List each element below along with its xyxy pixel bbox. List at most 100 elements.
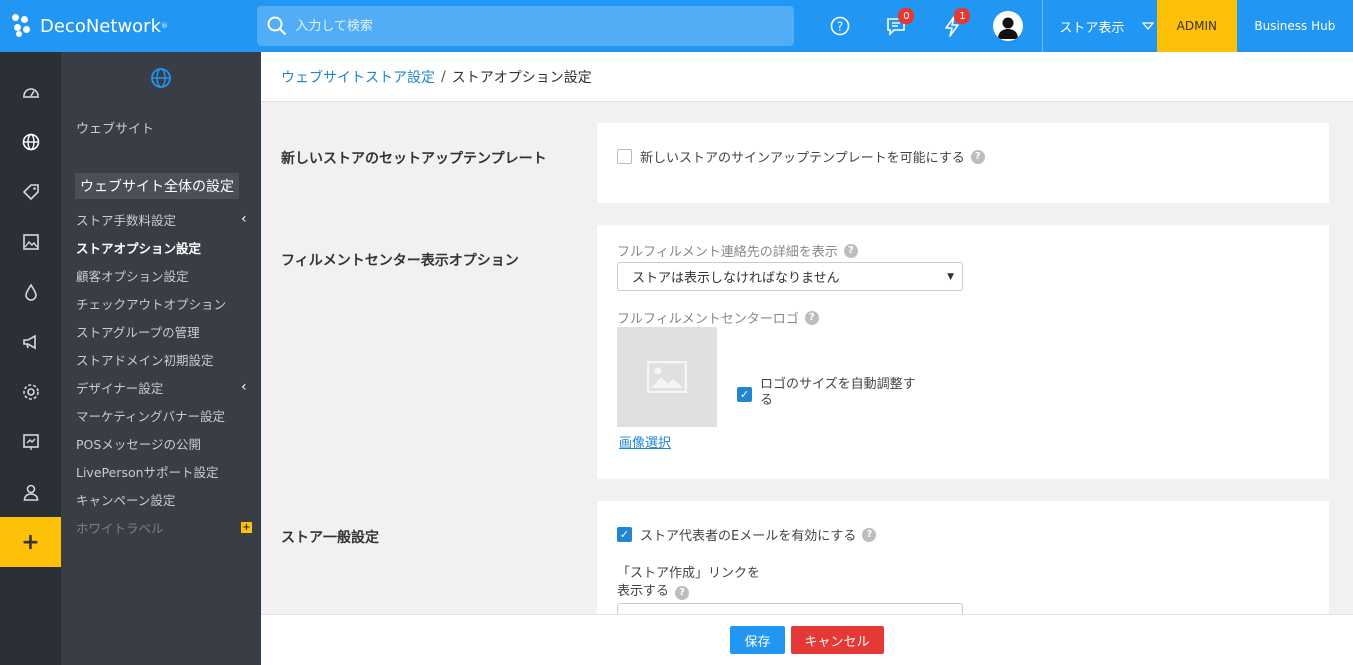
sidebar-item-checkout-options[interactable]: チェックアウトオプション	[61, 289, 261, 317]
search-input[interactable]	[295, 18, 776, 34]
rail-settings[interactable]	[0, 367, 61, 417]
brand-name: DecoNetwork	[40, 15, 161, 37]
admin-button[interactable]: ADMIN	[1156, 0, 1237, 52]
sidebar-heading: ウェブサイト全体の設定	[75, 173, 239, 199]
sidebar-item-liveperson[interactable]: LivePersonサポート設定	[61, 457, 261, 485]
help-icon[interactable]: ?	[862, 527, 877, 542]
contact-select-value: ストアは表示しなければなりません	[632, 271, 840, 286]
sidebar-item-label: ストア手数料設定	[76, 212, 177, 228]
sidebar-item-store-groups[interactable]: ストアグループの管理	[61, 317, 261, 345]
help-icon[interactable]: ?	[675, 586, 690, 600]
auto-resize-row[interactable]: ✓ ロゴのサイズを自動調整する	[737, 377, 916, 409]
globe-icon	[22, 133, 39, 151]
panel-template: 新しいストアのサインアップテンプレートを可能にする ?	[597, 123, 1329, 203]
logo-label: フルフィルメントセンターロゴ	[617, 312, 799, 327]
avatar	[993, 11, 1024, 41]
sidebar-item-white-label[interactable]: ホワイトラベル +	[61, 513, 261, 541]
auto-resize-checkbox[interactable]: ✓	[737, 387, 752, 402]
email-checkbox-label: ストア代表者のEメールを有効にする	[640, 529, 857, 544]
megaphone-icon	[22, 334, 36, 350]
sidebar-item-store-fees[interactable]: ストア手数料設定 ‹	[61, 205, 261, 233]
sidebar-item-label: LivePersonサポート設定	[76, 464, 219, 480]
help-icon[interactable]: ?	[804, 310, 819, 325]
template-checkbox-label: 新しいストアのサインアップテンプレートを可能にする	[640, 151, 965, 166]
caret-down-icon: ▼	[947, 271, 954, 282]
drop-icon	[24, 283, 37, 301]
breadcrumb: ウェブサイトストア設定 / ストアオプション設定	[261, 52, 1353, 102]
rail-colors[interactable]	[0, 267, 61, 317]
help-button[interactable]: ?	[812, 0, 868, 52]
email-checkbox-row[interactable]: ✓ ストア代表者のEメールを有効にする ?	[617, 525, 877, 544]
messages-button[interactable]: 0	[868, 0, 924, 52]
save-button[interactable]: 保存	[730, 626, 785, 654]
auto-resize-label: ロゴのサイズを自動調整する	[760, 377, 916, 409]
admin-label: ADMIN	[1176, 19, 1217, 33]
logo-label-row: フルフィルメントセンターロゴ ?	[617, 308, 819, 327]
sidebar-item-label: ホワイトラベル	[76, 520, 164, 536]
sidebar-item-pos-messages[interactable]: POSメッセージの公開	[61, 429, 261, 457]
settings-sidebar: ウェブサイト ウェブサイト全体の設定 ストア手数料設定 ‹ ストアオプション設定…	[61, 52, 323, 665]
auto-resize-label-line-1: ロゴのサイズを自動調整す	[760, 377, 916, 392]
store-view-label: ストア表示	[1059, 20, 1125, 36]
contact-label-row: フルフィルメント連絡先の詳細を表示 ?	[617, 241, 858, 260]
sidebar-item-label: ストアドメイン初期設定	[76, 352, 214, 368]
brand-logo[interactable]: DecoNetwork ®	[0, 0, 257, 52]
help-icon[interactable]: ?	[970, 149, 985, 164]
chevron-left-icon: ‹	[241, 211, 247, 227]
sidebar-item-label: マーケティングバナー設定	[76, 408, 226, 424]
create-link-label-line-2: 表示する	[617, 584, 670, 599]
breadcrumb-current: ストアオプション設定	[451, 69, 592, 86]
sidebar-section-website[interactable]: ウェブサイト	[61, 118, 261, 137]
sidebar-item-designer[interactable]: デザイナー設定 ‹	[61, 373, 261, 401]
cancel-button[interactable]: キャンセル	[790, 626, 884, 654]
template-checkbox[interactable]	[617, 149, 632, 164]
sidebar-item-campaign[interactable]: キャンペーン設定	[61, 485, 261, 513]
sidebar-item-marketing-banner[interactable]: マーケティングバナー設定	[61, 401, 261, 429]
sidebar-item-store-options[interactable]: ストアオプション設定	[61, 233, 261, 261]
rail-dashboard[interactable]	[0, 67, 61, 117]
template-checkbox-row[interactable]: 新しいストアのサインアップテンプレートを可能にする ?	[617, 147, 985, 166]
logo-image-placeholder[interactable]	[617, 327, 717, 427]
chart-icon	[22, 434, 39, 450]
user-icon	[23, 484, 38, 501]
sidebar-item-store-domain[interactable]: ストアドメイン初期設定	[61, 345, 261, 373]
rail-marketing[interactable]	[0, 317, 61, 367]
sidebar-item-customer-options[interactable]: 顧客オプション設定	[61, 261, 261, 289]
deconetwork-logo-icon	[12, 14, 36, 38]
email-checkbox[interactable]: ✓	[617, 527, 632, 542]
rail-images[interactable]	[0, 217, 61, 267]
select-image-link[interactable]: 画像選択	[619, 432, 671, 451]
contact-label: フルフィルメント連絡先の詳細を表示	[617, 245, 838, 260]
svg-text:?: ?	[837, 20, 843, 34]
image-placeholder-icon	[647, 361, 687, 393]
business-hub-label: Business Hub	[1254, 19, 1336, 33]
breadcrumb-parent-link[interactable]: ウェブサイトストア設定	[281, 67, 435, 87]
sidebar-item-label: 顧客オプション設定	[76, 268, 189, 284]
business-hub-button[interactable]: Business Hub	[1237, 0, 1353, 52]
panel-general: ✓ ストア代表者のEメールを有効にする ? 「ストア作成」リンクを 表示する?	[597, 501, 1329, 621]
messages-badge: 0	[898, 8, 915, 24]
sidebar-item-label: キャンペーン設定	[76, 492, 176, 508]
create-link-label: 「ストア作成」リンクを 表示する?	[617, 565, 760, 601]
rail-add-button[interactable]: +	[0, 517, 61, 567]
help-icon[interactable]: ?	[843, 243, 858, 258]
section-title-fulfillment: フィルメントセンター表示オプション	[281, 253, 519, 269]
search-box[interactable]	[257, 6, 795, 46]
rail-website[interactable]	[0, 117, 61, 167]
image-icon	[22, 234, 39, 250]
main-content: ウェブサイトストア設定 / ストアオプション設定 新しいストアのセットアップテン…	[261, 52, 1353, 665]
alerts-button[interactable]: 1	[924, 0, 980, 52]
section-title-general: ストア一般設定	[281, 530, 379, 546]
rail-users[interactable]	[0, 467, 61, 517]
contact-select[interactable]: ストアは表示しなければなりません ▼	[617, 262, 963, 291]
alerts-badge: 1	[954, 8, 971, 24]
sidebar-item-label: ストアオプション設定	[76, 240, 202, 256]
dashboard-icon	[22, 88, 39, 98]
profile-button[interactable]	[980, 0, 1036, 52]
rail-tags[interactable]	[0, 167, 61, 217]
store-view-dropdown[interactable]: ストア表示	[1042, 0, 1157, 52]
top-bar: DecoNetwork® ? 0 1 ストア表示 ADMIN Business …	[0, 0, 1353, 52]
gear-icon	[22, 384, 39, 400]
help-circle-icon: ?	[831, 16, 850, 36]
rail-reports[interactable]	[0, 417, 61, 467]
